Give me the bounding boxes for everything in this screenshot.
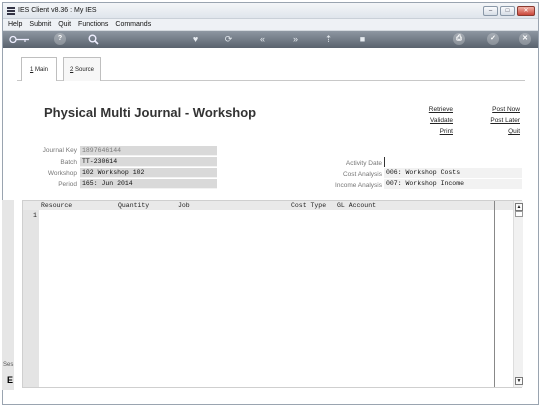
scroll-thumb[interactable] [515,211,523,217]
tab-source[interactable]: 2 Source [63,57,101,81]
journal-grid: Resource Quantity Job Cost Type GL Accou… [22,200,523,388]
journal-key-label: Journal Key [42,147,77,154]
column-cost-type[interactable]: Cost Type [291,201,326,210]
fast-forward-icon[interactable]: » [289,33,302,46]
maximize-button[interactable]: □ [500,6,515,16]
toolbar: ? ♥ ⟳ « » ⇡ ■ ⎙ ✓ ✕ [3,31,538,48]
search-icon[interactable] [87,33,100,46]
batch-field[interactable]: TT-230614 [80,157,217,167]
validate-link[interactable]: Validate [411,115,453,126]
column-resource[interactable]: Resource [41,201,72,210]
upload-icon[interactable]: ⇡ [322,33,335,46]
ok-icon[interactable]: ✓ [487,33,499,45]
period-label: Period [58,181,77,188]
window-title: IES Client v8.36 : My IES [18,7,97,14]
menu-help[interactable]: Help [8,21,22,28]
print-link[interactable]: Print [411,126,453,137]
actions-right: Post Now Post Later Quit [478,104,520,137]
app-menu-icon[interactable] [7,7,15,15]
session-label: Ses [3,362,14,368]
period-field[interactable]: 165: Jun 2014 [80,179,217,189]
batch-label: Batch [60,159,77,166]
close-icon[interactable]: ✕ [519,33,531,45]
menu-commands[interactable]: Commands [115,21,151,28]
post-now-link[interactable]: Post Now [478,104,520,115]
row-number-column [23,210,39,387]
minimize-button[interactable]: – [483,6,498,16]
menu-submit[interactable]: Submit [29,21,51,28]
scroll-down-button[interactable]: ▼ [515,377,523,385]
activity-date-label: Activity Date [345,160,382,167]
session-mark: E [7,375,14,385]
tab-strip: 1 Main 2 Source [17,57,525,81]
cost-analysis-label: Cost Analysis [342,171,382,178]
income-analysis-label: Income Analysis [335,182,382,189]
activity-date-field[interactable] [384,157,522,167]
grid-divider [494,201,495,387]
close-window-button[interactable]: ✕ [517,6,535,16]
scroll-up-button[interactable]: ▲ [515,203,523,211]
page-title: Physical Multi Journal - Workshop [44,105,257,120]
heart-icon[interactable]: ♥ [189,33,202,46]
help-icon[interactable]: ? [54,33,66,45]
tab-main[interactable]: 1 Main [21,57,57,81]
menu-bar: Help Submit Quit Functions Commands [3,19,538,31]
key-icon[interactable] [9,33,31,46]
column-quantity[interactable]: Quantity [118,201,149,210]
column-job[interactable]: Job [178,201,190,210]
workshop-label: Workshop [47,170,77,177]
journal-key-field: 1897646144 [80,146,217,156]
cost-analysis-field[interactable]: 006: Workshop Costs [384,168,522,178]
print-icon[interactable]: ⎙ [453,33,465,45]
menu-functions[interactable]: Functions [78,21,108,28]
grid-header: Resource Quantity Job Cost Type GL Accou… [23,201,521,210]
stop-icon[interactable]: ■ [356,33,369,46]
actions-left: Retrieve Validate Print [411,104,453,137]
grid-scrollbar[interactable]: ▲ ▼ [513,201,523,387]
row-number: 1 [33,212,37,219]
refresh-icon[interactable]: ⟳ [222,33,235,46]
post-later-link[interactable]: Post Later [478,115,520,126]
menu-quit[interactable]: Quit [58,21,71,28]
income-analysis-field[interactable]: 007: Workshop Income [384,179,522,189]
retrieve-link[interactable]: Retrieve [411,104,453,115]
quit-link[interactable]: Quit [478,126,520,137]
rewind-icon[interactable]: « [256,33,269,46]
workshop-field[interactable]: 102 Workshop 102 [80,168,217,178]
column-gl-account[interactable]: GL Account [337,201,376,210]
title-bar: IES Client v8.36 : My IES – □ ✕ [3,3,538,19]
